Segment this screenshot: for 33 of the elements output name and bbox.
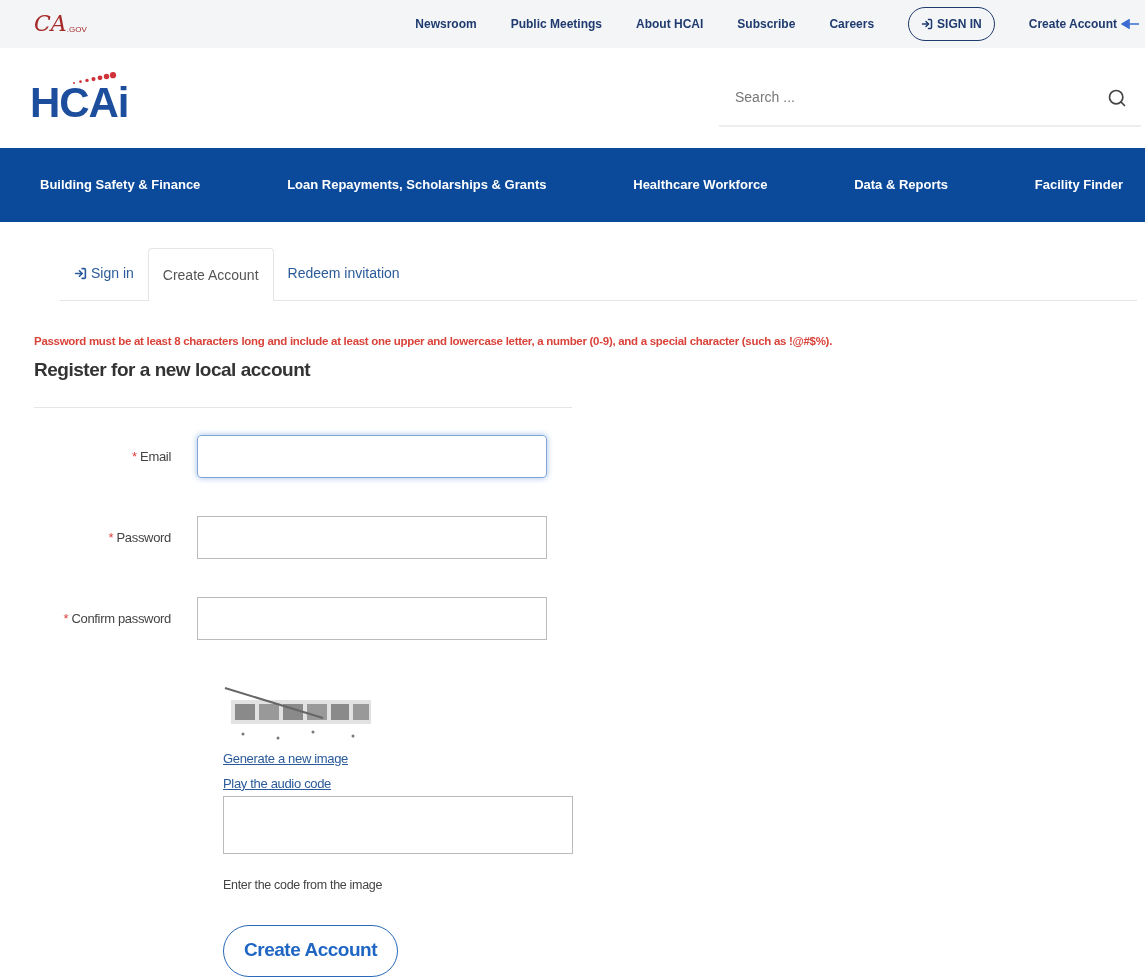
text-input[interactable] (197, 434, 547, 478)
top-nav-link[interactable]: Public Meetings (510, 15, 602, 33)
main-nav-link[interactable]: Loan Repayments, Scholarships & Grants (287, 175, 547, 195)
captcha-link[interactable]: Play the audio code (223, 770, 332, 796)
captcha-hint: Enter the code from the image (223, 876, 384, 894)
main-nav-link[interactable]: Building Safety & Finance (40, 175, 201, 195)
search-field[interactable]: Search ... (719, 69, 1141, 127)
search-icon[interactable] (1107, 88, 1127, 108)
main-nav-link[interactable]: Data & Reports (854, 175, 949, 195)
arrow-icon (1121, 19, 1139, 29)
text-input[interactable] (197, 515, 547, 559)
captcha-link[interactable]: Generate a new image (223, 745, 349, 771)
sign-in-icon (74, 267, 87, 280)
main-nav-link[interactable]: Healthcare Workforce (633, 175, 768, 195)
top-nav-link[interactable]: Careers (829, 15, 875, 33)
tab[interactable]: Sign in (60, 247, 148, 300)
field-label: * Email (131, 447, 172, 466)
form-title: Register for a new local account (34, 358, 312, 383)
top-nav-link[interactable]: Newsroom (415, 15, 477, 33)
hcai-logo[interactable]: HCAi (30, 72, 129, 124)
sign-in-icon (921, 18, 934, 30)
password-requirements-notice: Password must be at least 8 characters long and include at least one upper and lowercase letter, a number (0-9), and a special character (such as !@#$%). (34, 334, 834, 349)
field-label: * Confirm password (62, 609, 172, 628)
top-nav-link[interactable]: Subscribe (737, 15, 796, 33)
captcha-input[interactable] (223, 795, 573, 854)
tab[interactable]: Create Account (147, 248, 274, 301)
ca-gov-logo[interactable]: CA.GOV (34, 13, 87, 35)
field-label: * Password (107, 528, 172, 547)
top-nav-link[interactable]: Create Account (1028, 15, 1117, 33)
text-input[interactable] (197, 596, 547, 640)
top-nav-link[interactable]: About HCAI (636, 15, 704, 33)
main-nav-link[interactable]: Facility Finder (1034, 175, 1123, 195)
tab[interactable]: Redeem invitation (273, 247, 414, 300)
